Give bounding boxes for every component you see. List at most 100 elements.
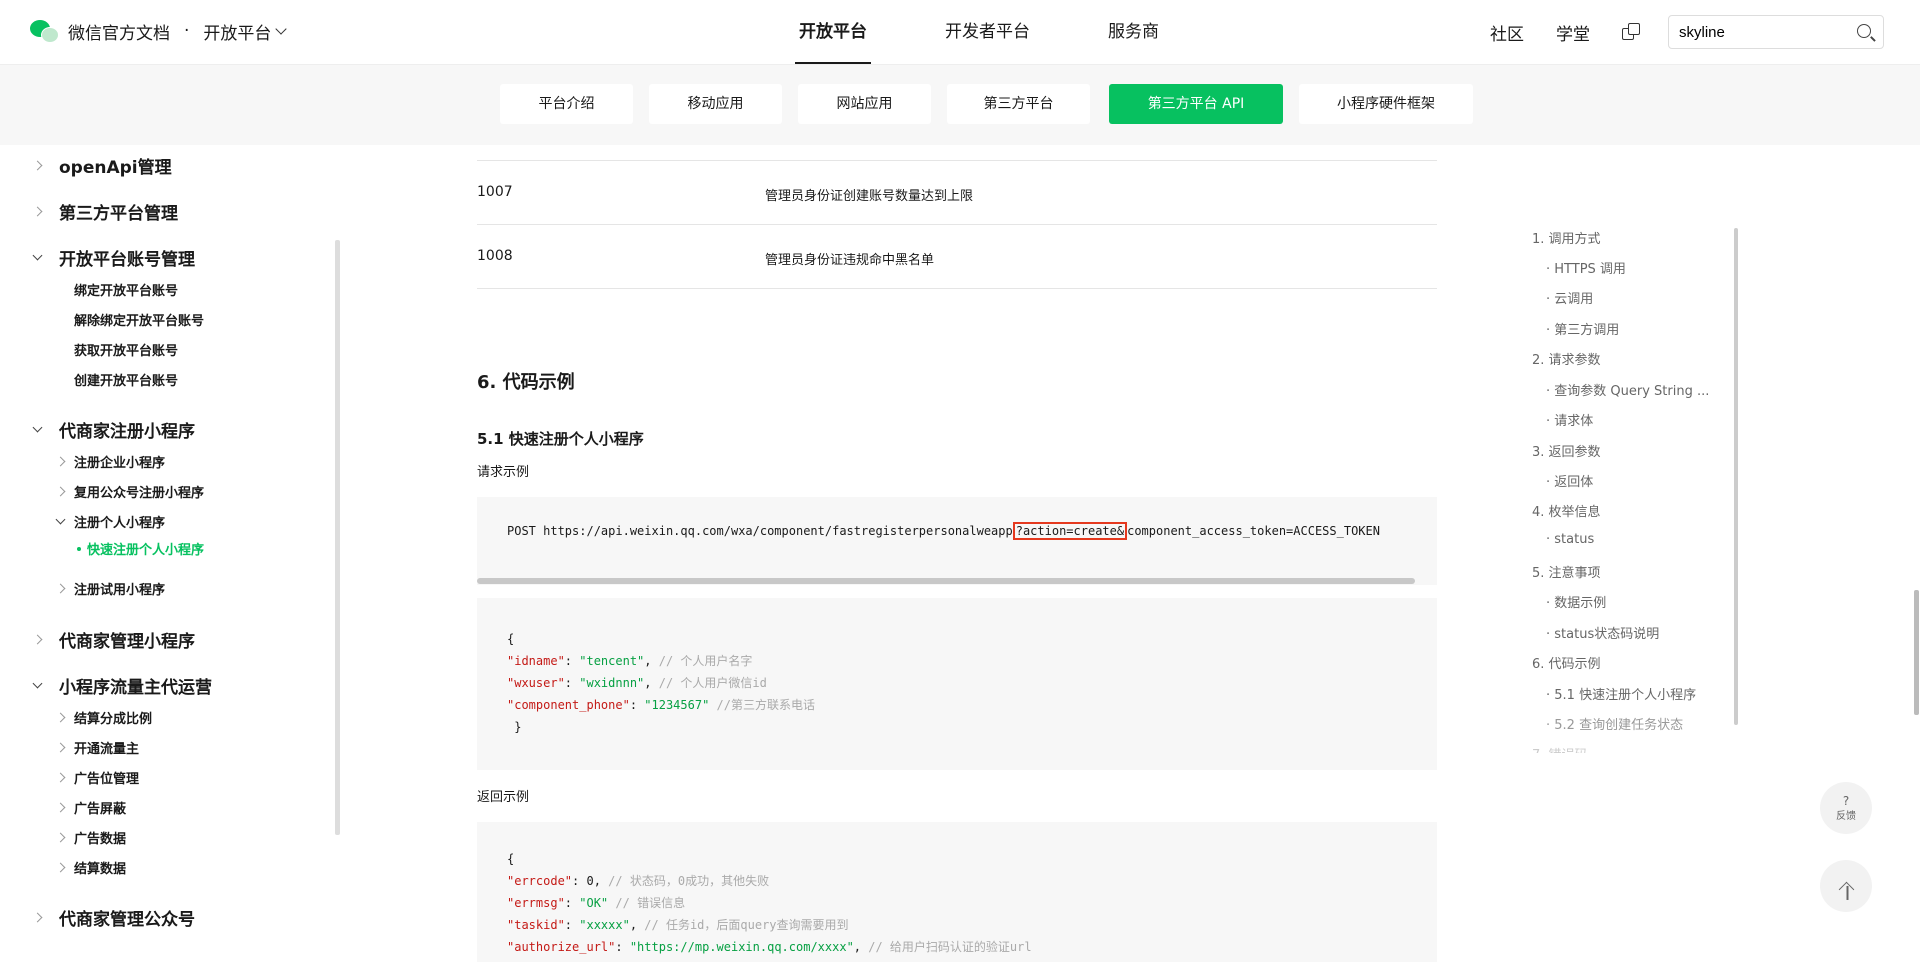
sidebar-item-ad-slot[interactable]: 广告位管理: [55, 768, 139, 787]
sidebar-item-label: 广告屏蔽: [74, 802, 127, 817]
toc-item[interactable]: · HTTPS 调用: [1546, 258, 1626, 277]
sidebar-item-traffic-ops[interactable]: 小程序流量主代运营: [32, 673, 212, 698]
sidebar-item-label: 第三方平台管理: [59, 204, 178, 224]
request-url-suffix: component_access_token=ACCESS_TOKEN: [1127, 524, 1380, 538]
platform-switch[interactable]: 开放平台: [203, 19, 288, 44]
sidebar-item-openapi[interactable]: openApi管理: [32, 153, 172, 178]
toc-item[interactable]: 4. 枚举信息: [1532, 501, 1601, 520]
toc-item[interactable]: · 云调用: [1546, 288, 1593, 307]
chevron-right-icon: [55, 862, 66, 873]
tab-mobile-app[interactable]: 移动应用: [649, 84, 782, 124]
search-input[interactable]: [1669, 16, 1859, 48]
response-body-block: { "errcode": 0, // 状态码，0成功，其他失败 "errmsg"…: [477, 822, 1437, 962]
tab-third-party-platform[interactable]: 第三方平台: [947, 84, 1090, 124]
toc-item[interactable]: 6. 代码示例: [1532, 653, 1601, 672]
code-line: "taskid": "xxxxx", // 任务id，后面query查询需要用到: [507, 918, 849, 932]
code-line: {: [507, 852, 515, 866]
sidebar-item-bind-account[interactable]: 绑定开放平台账号: [74, 280, 178, 299]
sidebar-item-third-party[interactable]: 第三方平台管理: [32, 199, 178, 224]
chevron-right-icon: [32, 206, 43, 217]
chevron-down-icon: [275, 23, 288, 35]
academy-link[interactable]: 学堂: [1556, 20, 1590, 45]
sidebar-item-manage-official[interactable]: 代商家管理公众号: [32, 905, 195, 930]
search-icon[interactable]: [1857, 24, 1871, 38]
toc-item[interactable]: · 数据示例: [1546, 592, 1606, 611]
sidebar-item-register-personal[interactable]: 注册个人小程序: [55, 512, 166, 531]
sidebar-item-get-account[interactable]: 获取开放平台账号: [74, 340, 178, 359]
json-value: "wxidnnn": [579, 676, 645, 690]
back-to-top-button[interactable]: [1820, 860, 1872, 912]
tab-website-app[interactable]: 网站应用: [798, 84, 931, 124]
toc-scrollbar[interactable]: [1734, 228, 1738, 725]
json-key: "component_phone": [507, 698, 630, 712]
error-desc: 管理员身份证创建账号数量达到上限: [765, 189, 974, 204]
error-code: 1007: [477, 184, 513, 200]
code-line: {: [507, 632, 515, 646]
toc-item[interactable]: · 5.2 查询创建任务状态: [1546, 714, 1683, 733]
table-of-contents: 1. 调用方式 · HTTPS 调用 · 云调用 · 第三方调用 2. 请求参数…: [1532, 228, 1732, 753]
sidebar-item-label: 小程序流量主代运营: [59, 678, 212, 698]
tab-platform-intro[interactable]: 平台介绍: [500, 84, 633, 124]
platform-switch-label: 开放平台: [203, 23, 272, 44]
sidebar-item-label: 复用公众号注册小程序: [74, 486, 205, 501]
chevron-right-icon: [32, 912, 43, 923]
code-line: "authorize_url": "https://mp.weixin.qq.c…: [507, 940, 1032, 954]
sidebar-item-reuse-official[interactable]: 复用公众号注册小程序: [55, 482, 205, 501]
toc-item[interactable]: 7. 错误码: [1532, 744, 1588, 753]
toc-item[interactable]: 3. 返回参数: [1532, 441, 1601, 460]
sidebar-scrollbar[interactable]: [335, 240, 340, 835]
toc-item[interactable]: 2. 请求参数: [1532, 349, 1601, 368]
sidebar-item-register-trial[interactable]: 注册试用小程序: [55, 579, 165, 598]
sidebar-item-enable-traffic[interactable]: 开通流量主: [55, 738, 139, 757]
topnav-service-provider[interactable]: 服务商: [1104, 0, 1163, 64]
code-comment: // 个人用户名字: [658, 654, 753, 668]
code-line: "errmsg": "OK" // 错误信息: [507, 896, 686, 910]
community-link[interactable]: 社区: [1490, 20, 1524, 45]
code-line: "component_phone": "1234567" //第三方联系电话: [507, 698, 815, 712]
sidebar-item-account[interactable]: 开放平台账号管理: [32, 245, 195, 270]
json-key: "idname": [507, 654, 565, 668]
toc-item[interactable]: · status: [1546, 532, 1594, 547]
chevron-down-icon: [32, 678, 43, 689]
toc-item[interactable]: 1. 调用方式: [1532, 228, 1601, 247]
chevron-right-icon: [55, 802, 66, 813]
sidebar-item-create-account[interactable]: 创建开放平台账号: [74, 370, 178, 389]
chevron-right-icon: [55, 456, 66, 467]
switch-window-icon[interactable]: [1622, 23, 1640, 41]
topnav-open-platform[interactable]: 开放平台: [795, 0, 871, 64]
toc-item[interactable]: · 返回体: [1546, 471, 1593, 490]
sidebar-item-label: 广告数据: [74, 832, 127, 847]
sidebar-item-register-enterprise[interactable]: 注册企业小程序: [55, 452, 165, 471]
sub-nav-bar: 平台介绍 移动应用 网站应用 第三方平台 第三方平台 API 小程序硬件框架: [0, 65, 1920, 145]
error-code: 1008: [477, 248, 513, 264]
toc-item[interactable]: · status状态码说明: [1546, 623, 1659, 642]
code-horizontal-scrollbar[interactable]: [477, 578, 1415, 584]
code-line: }: [507, 720, 522, 734]
json-key: "errmsg": [507, 896, 565, 910]
sidebar-item-settlement-ratio[interactable]: 结算分成比例: [55, 708, 152, 727]
tab-hardware-framework[interactable]: 小程序硬件框架: [1299, 84, 1473, 124]
toc-item[interactable]: · 查询参数 Query String ...: [1546, 380, 1709, 399]
logo-separator: ·: [184, 21, 190, 41]
request-code-block: POST https://api.weixin.qq.com/wxa/compo…: [477, 497, 1437, 585]
sidebar-item-unbind-account[interactable]: 解除绑定开放平台账号: [74, 310, 204, 329]
sidebar-item-register-mp[interactable]: 代商家注册小程序: [32, 417, 195, 442]
toc-item[interactable]: · 5.1 快速注册个人小程序: [1546, 684, 1696, 703]
request-body-block: { "idname": "tencent", // 个人用户名字 "wxuser…: [477, 598, 1437, 770]
sidebar-item-settlement-data[interactable]: 结算数据: [55, 858, 126, 877]
toc-item[interactable]: 5. 注意事项: [1532, 562, 1601, 581]
toc-item[interactable]: · 请求体: [1546, 410, 1593, 429]
toc-item[interactable]: · 第三方调用: [1546, 319, 1619, 338]
tab-third-party-api[interactable]: 第三方平台 API: [1109, 84, 1283, 124]
logo[interactable]: 微信官方文档 · 开放平台: [30, 18, 288, 44]
response-label: 返回示例: [477, 790, 530, 805]
sidebar-item-label: 注册个人小程序: [74, 516, 166, 531]
topnav-developer-platform[interactable]: 开发者平台: [941, 0, 1034, 64]
sidebar-item-fast-register-personal[interactable]: 快速注册个人小程序: [77, 539, 204, 558]
page-scrollbar[interactable]: [1914, 590, 1919, 715]
sidebar-item-manage-mp[interactable]: 代商家管理小程序: [32, 627, 195, 652]
sidebar-item-ad-data[interactable]: 广告数据: [55, 828, 127, 847]
chevron-right-icon: [55, 712, 66, 723]
feedback-button[interactable]: ? 反馈: [1820, 782, 1872, 834]
sidebar-item-ad-block[interactable]: 广告屏蔽: [55, 798, 127, 817]
